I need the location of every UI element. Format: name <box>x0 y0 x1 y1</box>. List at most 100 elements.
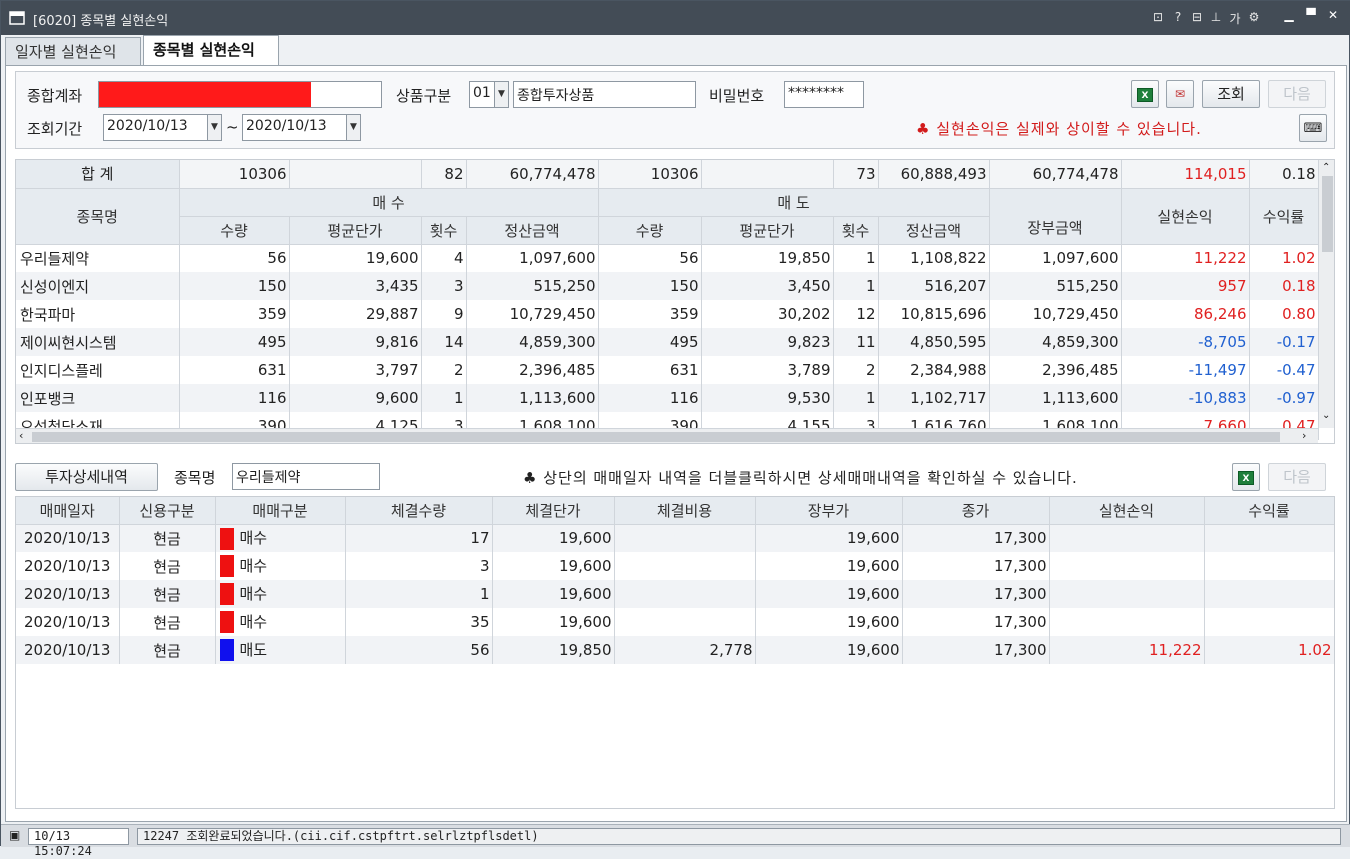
scroll-left-icon[interactable]: ‹ <box>19 429 23 442</box>
help-icon[interactable]: ? <box>1171 10 1185 24</box>
cell-buy-count: 9 <box>421 300 467 328</box>
table-row[interactable]: 신성이엔지 150 3,435 3 515,250 150 3,450 1 516,207 515… <box>16 272 1319 300</box>
date-to-picker[interactable]: 2020/10/13 ▼ <box>242 114 361 141</box>
cell-realized: -10,883 <box>1121 384 1250 412</box>
table-row[interactable]: 우리들제약 56 19,600 4 1,097,600 56 19,850 1 1,108,82… <box>16 244 1319 272</box>
detail-cell-date: 2020/10/13 <box>16 608 120 636</box>
detail-cell-close: 17,300 <box>902 524 1050 552</box>
cell-sell-amount: 1,102,717 <box>878 384 990 412</box>
chat-icon[interactable]: ⊡ <box>1151 10 1165 24</box>
detail-cell-date: 2020/10/13 <box>16 552 120 580</box>
pin-icon[interactable]: ⊥ <box>1209 10 1223 24</box>
window-icon[interactable]: ⊟ <box>1190 10 1204 24</box>
table-row[interactable]: 인포뱅크 116 9,600 1 1,113,600 116 9,530 1 1,102,717… <box>16 384 1319 412</box>
product-code-value: 01 <box>473 85 491 101</box>
text-icon[interactable]: 가 <box>1228 10 1242 27</box>
scroll-right-icon[interactable]: › <box>1302 429 1306 442</box>
cell-stock-name: 우리들제약 <box>16 244 180 272</box>
detail-next-button[interactable]: 다음 <box>1268 463 1326 491</box>
monitor-icon[interactable]: ▣ <box>9 828 20 842</box>
detail-row[interactable]: 2020/10/13 현금 매수 35 19,600 19,600 17,300 <box>16 608 1334 636</box>
detail-stock-input[interactable]: 우리들제약 <box>232 463 380 490</box>
date-to-value: 2020/10/13 <box>246 118 327 134</box>
detail-cell-pl <box>1049 580 1205 608</box>
side-color-marker <box>219 611 234 634</box>
detail-cell-close: 17,300 <box>902 608 1050 636</box>
print-button[interactable]: ✉ <box>1166 80 1194 108</box>
side-color-marker <box>219 583 234 606</box>
date-from-picker[interactable]: 2020/10/13 ▼ <box>103 114 222 141</box>
chevron-down-icon[interactable]: ▼ <box>207 115 221 140</box>
keyboard-button[interactable]: ⌨ <box>1299 114 1327 142</box>
cell-sell-qty: 359 <box>598 300 702 328</box>
table-row[interactable]: 한국파마 359 29,887 9 10,729,450 359 30,202 12 10,81… <box>16 300 1319 328</box>
cell-buy-avg: 9,816 <box>289 328 422 356</box>
query-button[interactable]: 조회 <box>1202 80 1260 108</box>
detail-cell-cost <box>614 608 756 636</box>
detail-col-header: 체결단가 <box>492 497 615 525</box>
detail-row[interactable]: 2020/10/13 현금 매수 17 19,600 19,600 17,300 <box>16 524 1334 552</box>
cell-buy-count: 2 <box>421 356 467 384</box>
detail-cell-pl <box>1049 524 1205 552</box>
stock-pl-grid[interactable]: 합 계 10306 82 60,774,478 10306 73 60,888,… <box>15 159 1335 444</box>
detail-cell-credit: 현금 <box>119 552 216 580</box>
horizontal-scrollbar[interactable]: ‹ › <box>16 428 1318 443</box>
cell-book-amount: 1,097,600 <box>989 244 1122 272</box>
cell-sell-avg: 9,530 <box>701 384 834 412</box>
cell-sell-amount: 516,207 <box>878 272 990 300</box>
tab-daily-pl[interactable]: 일자별 실현손익 <box>5 37 141 65</box>
hscroll-thumb[interactable] <box>32 432 1280 442</box>
maximize-icon[interactable]: ▀ <box>1301 7 1321 23</box>
summary-sell-qty: 10306 <box>598 160 702 189</box>
detail-cell-price: 19,600 <box>492 552 615 580</box>
detail-button[interactable]: 투자상세내역 <box>15 463 158 491</box>
settings-icon[interactable]: ⚙ <box>1247 10 1261 24</box>
table-row[interactable]: 제이씨현시스템 495 9,816 14 4,859,300 495 9,823 11 4,85… <box>16 328 1319 356</box>
cell-sell-count: 1 <box>833 272 879 300</box>
cell-sell-avg: 9,823 <box>701 328 834 356</box>
window-title: [6020] 종목별 실현손익 <box>33 14 169 29</box>
cell-sell-qty: 631 <box>598 356 702 384</box>
next-button[interactable]: 다음 <box>1268 80 1326 108</box>
cell-sell-avg: 30,202 <box>701 300 834 328</box>
tab-stock-pl[interactable]: 종목별 실현손익 <box>143 35 279 65</box>
password-input[interactable]: ******** <box>784 81 864 108</box>
col-rate: 수익률 <box>1249 188 1319 245</box>
summary-realized: 114,015 <box>1121 160 1250 189</box>
summary-buy-qty: 10306 <box>179 160 290 189</box>
detail-cell-price: 19,600 <box>492 608 615 636</box>
detail-excel-button[interactable]: X <box>1232 463 1260 491</box>
detail-cell-rate <box>1204 580 1334 608</box>
cell-sell-qty: 150 <box>598 272 702 300</box>
vertical-scrollbar[interactable]: ⌃ ⌄ <box>1318 160 1334 428</box>
scroll-up-icon[interactable]: ⌃ <box>1322 162 1330 173</box>
excel-export-button[interactable]: X <box>1131 80 1159 108</box>
detail-row[interactable]: 2020/10/13 현금 매수 3 19,600 19,600 17,300 <box>16 552 1334 580</box>
chevron-down-icon[interactable]: ▼ <box>494 82 508 107</box>
cell-realized: -11,497 <box>1121 356 1250 384</box>
table-row[interactable]: 인지디스플레 631 3,797 2 2,396,485 631 3,789 2 2,384,9… <box>16 356 1319 384</box>
status-bar: ▣ 10/13 15:07:24 12247 조회완료되었습니다.(cii.ci… <box>1 824 1350 858</box>
cell-sell-avg: 19,850 <box>701 244 834 272</box>
detail-cell-price: 19,600 <box>492 524 615 552</box>
trade-detail-grid[interactable]: 매매일자 신용구분 매매구분 체결수량 체결단가 체결비용 장부가 종가 실현손익 수익률 202… <box>15 496 1335 809</box>
cell-buy-count: 14 <box>421 328 467 356</box>
account-input[interactable] <box>98 81 382 108</box>
scroll-thumb[interactable] <box>1322 176 1333 252</box>
cell-sell-avg: 3,450 <box>701 272 834 300</box>
detail-col-header: 매매일자 <box>16 497 120 525</box>
detail-cell-credit: 현금 <box>119 580 216 608</box>
chevron-down-icon[interactable]: ▼ <box>346 115 360 140</box>
detail-cell-pl <box>1049 608 1205 636</box>
detail-row[interactable]: 2020/10/13 현금 매수 1 19,600 19,600 17,300 <box>16 580 1334 608</box>
summary-rate: 0.18 <box>1249 160 1319 189</box>
scroll-down-icon[interactable]: ⌄ <box>1322 410 1330 421</box>
minimize-icon[interactable]: ▁ <box>1279 7 1299 23</box>
cell-buy-avg: 3,435 <box>289 272 422 300</box>
detail-row[interactable]: 2020/10/13 현금 매도 56 19,850 2,778 19,600 17,300 1… <box>16 636 1334 664</box>
close-icon[interactable]: ✕ <box>1323 7 1343 23</box>
product-code-select[interactable]: 01 ▼ <box>469 81 509 108</box>
detail-hint: ♣ 상단의 매매일자 내역을 더블클릭하시면 상세매매내역을 확인하실 수 있습… <box>523 469 1078 487</box>
period-label: 조회기간 <box>27 120 83 138</box>
detail-cell-close: 17,300 <box>902 580 1050 608</box>
